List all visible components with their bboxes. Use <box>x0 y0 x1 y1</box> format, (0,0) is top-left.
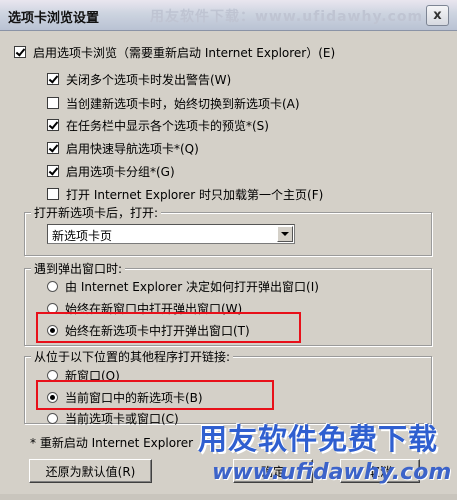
radio-button[interactable] <box>47 280 58 292</box>
new-tab-group-label: 打开新选项卡后，打开: <box>31 204 162 221</box>
watermark-bottom-url: www.ufidawhy.com <box>212 460 452 485</box>
radio-button[interactable] <box>47 369 58 381</box>
option-first-home-page[interactable]: 打开 Internet Explorer 时只加载第一个主页(F) <box>47 185 323 203</box>
restart-footnote: * 重新启动 Internet Explorer <box>30 436 194 450</box>
window-bottom-border <box>0 494 457 500</box>
close-icon: x <box>433 8 442 23</box>
links-group-label: 从位于以下位置的其他程序打开链接: <box>31 348 234 365</box>
radio-label: 当前选项卡或窗口(C) <box>65 411 179 426</box>
enable-tabs-checkbox[interactable] <box>14 46 26 58</box>
option-warn-close[interactable]: 关闭多个选项卡时发出警告(W) <box>47 70 231 88</box>
watermark-top: 用友软件下载：www.ufidawhy.com <box>150 9 424 25</box>
warn-close-checkbox[interactable] <box>47 73 59 85</box>
option-switch-new-tab[interactable]: 当创建新选项卡时，始终切换到新选项卡(A) <box>47 94 300 112</box>
enable-tabs-label: 启用选项卡浏览（需要重新启动 Internet Explorer）(E) <box>33 45 336 60</box>
restore-defaults-button[interactable]: 还原为默认值(R) <box>29 459 152 483</box>
new-tab-select-value: 新选项卡页 <box>52 229 113 243</box>
highlight-box <box>36 312 301 343</box>
dropdown-arrow-icon[interactable] <box>277 226 293 242</box>
option-label: 在任务栏中显示各个选项卡的预览*(S) <box>66 118 269 133</box>
highlight-box <box>36 380 274 410</box>
new-tab-select[interactable]: 新选项卡页 <box>47 224 295 244</box>
radio-label: 由 Internet Explorer 决定如何打开弹出窗口(I) <box>65 279 319 294</box>
watermark-bottom-text: 用友软件免费下载 <box>198 422 439 456</box>
enable-tabs-option[interactable]: 启用选项卡浏览（需要重新启动 Internet Explorer）(E) <box>14 43 335 61</box>
links-option-current-tab[interactable]: 当前选项卡或窗口(C) <box>47 409 179 427</box>
radio-button[interactable] <box>47 412 58 424</box>
quick-tabs-checkbox[interactable] <box>47 142 59 154</box>
option-label: 启用快速导航选项卡*(Q) <box>66 141 199 156</box>
option-label: 打开 Internet Explorer 时只加载第一个主页(F) <box>66 187 324 202</box>
title-bar: 选项卡浏览设置 用友软件下载：www.ufidawhy.com x <box>0 0 457 31</box>
close-button[interactable]: x <box>426 5 449 26</box>
tab-groups-checkbox[interactable] <box>47 165 59 177</box>
option-tab-groups[interactable]: 启用选项卡分组*(G) <box>47 162 175 180</box>
switch-new-tab-checkbox[interactable] <box>47 97 59 109</box>
option-quick-tabs[interactable]: 启用快速导航选项卡*(Q) <box>47 139 199 157</box>
window-title: 选项卡浏览设置 <box>8 11 100 26</box>
option-label: 关闭多个选项卡时发出警告(W) <box>66 72 232 87</box>
first-home-page-checkbox[interactable] <box>47 188 59 200</box>
taskbar-preview-checkbox[interactable] <box>47 119 59 131</box>
popup-group-label: 遇到弹出窗口时: <box>31 260 126 277</box>
popup-option-ie-decides[interactable]: 由 Internet Explorer 决定如何打开弹出窗口(I) <box>47 277 319 295</box>
option-taskbar-preview[interactable]: 在任务栏中显示各个选项卡的预览*(S) <box>47 116 269 134</box>
option-label: 启用选项卡分组*(G) <box>66 164 175 179</box>
option-label: 当创建新选项卡时，始终切换到新选项卡(A) <box>66 96 300 111</box>
